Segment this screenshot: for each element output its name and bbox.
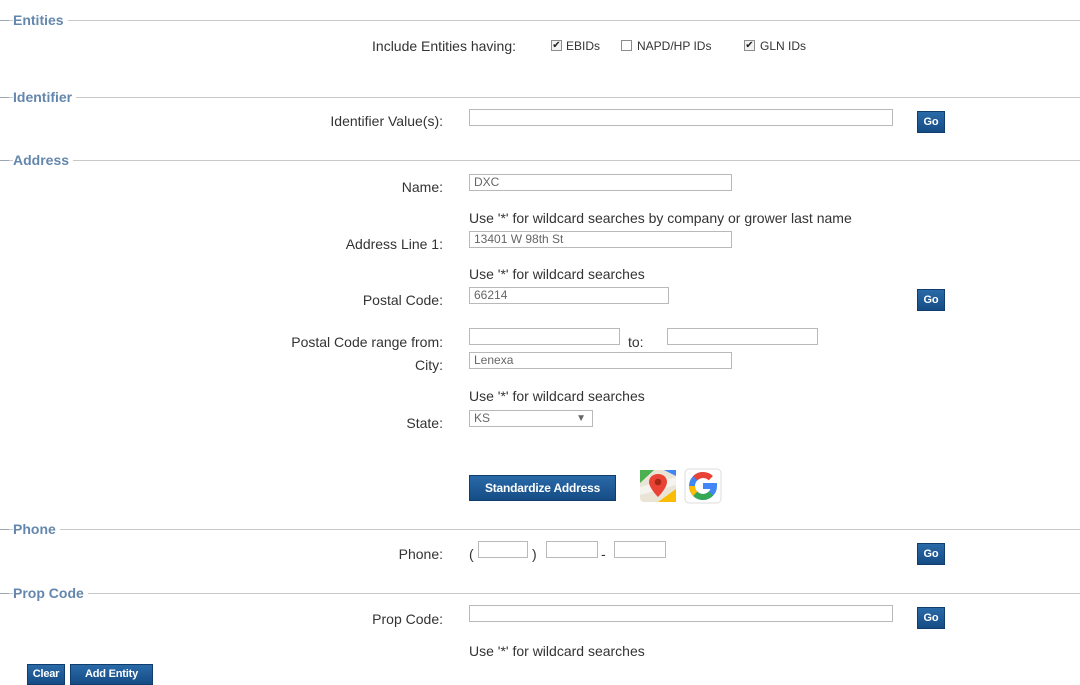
standardize-address-button[interactable]: Standardize Address: [469, 475, 616, 501]
identifier-dash: [0, 97, 9, 98]
address-line1-input[interactable]: 13401 W 98th St: [469, 231, 732, 248]
state-selected-value: KS: [474, 411, 491, 425]
phone-go-button[interactable]: Go: [917, 543, 945, 565]
identifier-divider: [0, 97, 1080, 98]
phone-close-paren: ): [532, 546, 537, 562]
prop-code-input[interactable]: [469, 605, 893, 622]
phone-label: Phone:: [398, 546, 443, 562]
identifier-go-button[interactable]: Go: [917, 111, 945, 133]
google-maps-icon[interactable]: [638, 467, 678, 505]
chevron-down-icon: ▼: [576, 413, 586, 424]
name-label: Name:: [401, 179, 443, 195]
prop-code-dash: [0, 593, 9, 594]
entities-divider: [0, 20, 1080, 21]
add-entity-button[interactable]: Add Entity: [70, 664, 153, 685]
address-go-button[interactable]: Go: [917, 289, 945, 311]
address-divider: [0, 160, 1080, 161]
state-select[interactable]: KS ▼: [469, 410, 593, 427]
city-label: City:: [415, 357, 443, 373]
address-dash: [0, 160, 9, 161]
prop-code-divider: [0, 593, 1080, 594]
phone-dash: [0, 529, 9, 530]
gln-checkbox[interactable]: ✔: [744, 40, 755, 51]
phone-open-paren: (: [469, 546, 474, 562]
napd-hp-checkbox[interactable]: [621, 40, 632, 51]
phone-area-code-input[interactable]: [478, 541, 528, 558]
address-line1-hint: Use '*' for wildcard searches: [469, 266, 645, 282]
postal-range-from-input[interactable]: [469, 328, 620, 345]
include-entities-label: Include Entities having:: [372, 38, 516, 54]
identifier-value-label: Identifier Value(s):: [330, 113, 443, 129]
address-section-title: Address: [13, 152, 74, 168]
phone-line-number-input[interactable]: [614, 541, 666, 558]
google-search-icon[interactable]: [683, 467, 723, 505]
prop-code-section-title: Prop Code: [13, 585, 88, 601]
gln-label: GLN IDs: [760, 39, 807, 53]
address-line1-label: Address Line 1:: [345, 236, 443, 252]
napd-hp-label: NAPD/HP IDs: [637, 39, 712, 53]
state-label: State:: [406, 415, 443, 431]
postal-range-to-input[interactable]: [667, 328, 818, 345]
phone-prefix-input[interactable]: [546, 541, 598, 558]
phone-divider: [0, 529, 1080, 530]
identifier-section-title: Identifier: [13, 89, 77, 105]
prop-code-go-button[interactable]: Go: [917, 607, 945, 629]
name-input[interactable]: DXC: [469, 174, 732, 191]
prop-code-label: Prop Code:: [372, 611, 443, 627]
name-hint: Use '*' for wildcard searches by company…: [469, 210, 852, 226]
entities-dash: [0, 20, 9, 21]
prop-code-hint: Use '*' for wildcard searches: [469, 643, 645, 659]
clear-button[interactable]: Clear: [27, 664, 65, 685]
postal-range-to-label: to:: [628, 334, 644, 350]
entities-section-title: Entities: [13, 12, 68, 28]
postal-code-input[interactable]: 66214: [469, 287, 669, 304]
identifier-value-input[interactable]: [469, 109, 893, 126]
ebids-label: EBIDs: [566, 39, 601, 53]
phone-section-title: Phone: [13, 521, 60, 537]
postal-range-from-label: Postal Code range from:: [291, 334, 443, 350]
city-hint: Use '*' for wildcard searches: [469, 388, 645, 404]
phone-dash-separator: -: [601, 546, 606, 562]
postal-code-label: Postal Code:: [362, 292, 443, 308]
ebids-checkbox[interactable]: ✔: [551, 40, 562, 51]
city-input[interactable]: Lenexa: [469, 352, 732, 369]
